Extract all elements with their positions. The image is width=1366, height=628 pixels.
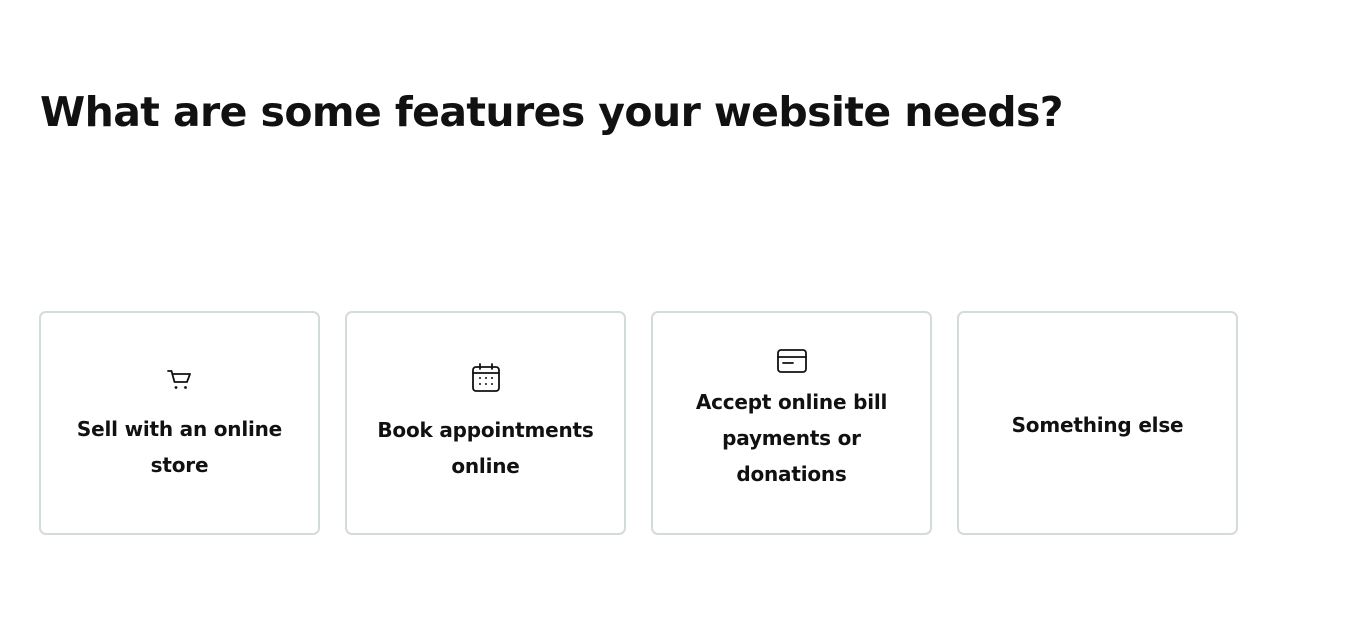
calendar-icon — [470, 362, 502, 394]
page: What are some features your website need… — [0, 0, 1366, 628]
cart-icon — [164, 363, 196, 395]
option-label: Sell with an online store — [76, 417, 283, 477]
credit-card-icon — [776, 348, 808, 374]
feature-options: Sell with an online store Book appointme… — [39, 311, 1238, 535]
option-label: Book appointments online — [377, 418, 594, 478]
option-book-appointments[interactable]: Book appointments online — [345, 311, 626, 535]
option-label: Accept online bill payments or donations — [695, 390, 888, 486]
page-title: What are some features your website need… — [40, 88, 1064, 136]
option-label: Something else — [1011, 413, 1184, 437]
option-something-else[interactable]: Something else — [957, 311, 1238, 535]
option-accept-payments[interactable]: Accept online bill payments or donations — [651, 311, 932, 535]
option-online-store[interactable]: Sell with an online store — [39, 311, 320, 535]
